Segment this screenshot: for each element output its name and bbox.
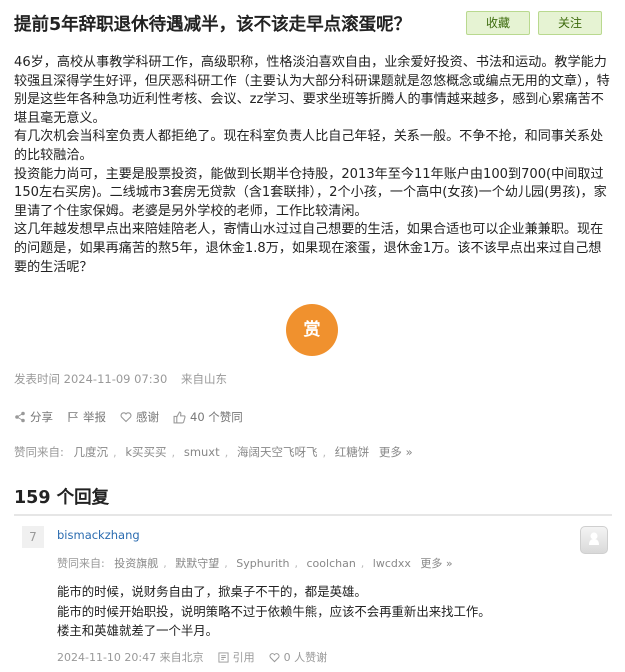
liker-separator: , (294, 557, 299, 570)
floor-number: 7 (22, 526, 44, 548)
reply-username[interactable]: bismackzhang (57, 528, 140, 542)
flag-icon (68, 412, 79, 422)
reward-button[interactable]: 赏 (286, 304, 338, 356)
reply-line: 能市的时候开始职投，说明策略不过于依赖牛熊，应该不会再重新出来找工作。 (57, 603, 491, 619)
liker-separator: , (360, 557, 365, 570)
post-actions: 分享 举报 感谢 40 个赞同 (14, 409, 257, 425)
reply-content: 能市的时候，说财务自由了，掀桌子不干的，都是英雄。 能市的时候开始职投，说明策略… (57, 582, 491, 641)
reply-liker-name[interactable]: lwcdxx (373, 557, 411, 570)
post-location: 来自山东 (180, 372, 227, 386)
avatar[interactable] (580, 526, 608, 554)
post-time: 发表时间 2024-11-09 07:30 (14, 372, 168, 386)
user-placeholder-icon (589, 532, 599, 545)
post-likers: 赞同来自: 几度沉, k买买买, smuxt, 海阔天空飞呀飞, 红糖饼 更多 … (14, 444, 413, 460)
reply-thank-button[interactable]: 0 人赞谢 (269, 649, 328, 665)
post-body: 46岁，高校从事教学科研工作，高级职称，性格淡泊喜欢自由，业余爱好投资、书法和运… (14, 54, 614, 277)
reply-liker-name[interactable]: Syphurith (236, 557, 289, 570)
share-icon (15, 411, 25, 423)
thumbs-up-icon (173, 411, 186, 423)
likers-more-link[interactable]: 更多 » (379, 445, 413, 459)
liker-separator: , (113, 445, 117, 459)
thank-label: 感谢 (136, 410, 159, 424)
reply-count-heading: 159 个回复 (14, 488, 110, 508)
liker-separator: , (224, 445, 229, 459)
liker-separator: , (224, 557, 228, 570)
like-button[interactable]: 40 个赞同 (173, 409, 243, 425)
reply-time: 2024-11-10 20:47 来自北京 (57, 651, 204, 664)
liker-separator: , (163, 557, 167, 570)
post-paragraph: 投资能力尚可，主要是股票投资，能做到长期半仓持股，2013年至今11年账户由10… (14, 166, 607, 219)
reply-line: 能市的时候，说财务自由了，掀桌子不干的，都是英雄。 (57, 584, 367, 599)
liker-name[interactable]: k买买买 (125, 445, 166, 459)
liker-separator: , (171, 445, 176, 459)
share-label: 分享 (30, 410, 53, 424)
post-header: 提前5年辞职退休待遇减半，该不该走早点滚蛋呢？ 收藏 关注 (14, 11, 614, 37)
heart-icon (269, 652, 280, 662)
reply-line: 楼主和英雄就差了一个半月。 (57, 623, 219, 638)
reply-likers-more-link[interactable]: 更多 » (420, 557, 452, 570)
post-meta: 发表时间 2024-11-09 07:30 来自山东 (14, 371, 227, 387)
reply-item: 7 bismackzhang 赞同来自: 投资旗舰, 默默守望, Syphuri… (14, 514, 612, 672)
reply-liker-name[interactable]: 投资旗舰 (114, 557, 158, 570)
post-title: 提前5年辞职退休待遇减半，该不该走早点滚蛋呢？ (14, 15, 412, 35)
reply-likers: 赞同来自: 投资旗舰, 默默守望, Syphurith, coolchan, l… (57, 555, 453, 571)
share-button[interactable]: 分享 (14, 409, 53, 425)
reply-liker-name[interactable]: coolchan (307, 557, 356, 570)
quote-button[interactable]: 引用 (218, 649, 255, 665)
liker-name[interactable]: 红糖饼 (335, 445, 370, 459)
report-button[interactable]: 举报 (67, 409, 106, 425)
liker-name[interactable]: 海阔天空飞呀飞 (237, 445, 318, 459)
report-label: 举报 (83, 410, 106, 424)
reply-likers-prefix: 赞同来自: (57, 557, 105, 570)
heart-icon (120, 412, 132, 423)
thank-button[interactable]: 感谢 (120, 409, 159, 425)
liker-separator: , (322, 445, 327, 459)
reply-liker-name[interactable]: 默默守望 (175, 557, 219, 570)
quote-icon (218, 651, 229, 663)
likers-prefix: 赞同来自: (14, 445, 64, 459)
reply-thanks-count: 0 人赞谢 (283, 651, 328, 664)
quote-label: 引用 (232, 651, 255, 664)
liker-name[interactable]: 几度沉 (74, 445, 109, 459)
post-paragraph: 46岁，高校从事教学科研工作，高级职称，性格淡泊喜欢自由，业余爱好投资、书法和运… (14, 55, 610, 126)
liker-name[interactable]: smuxt (184, 445, 220, 459)
follow-button[interactable]: 关注 (538, 11, 602, 35)
post-paragraph: 这几年越发想早点出来陪娃陪老人，寄情山水过过自己想要的生活，如果合适也可以企业兼… (14, 222, 604, 275)
favorite-button[interactable]: 收藏 (466, 11, 530, 35)
like-count: 40 个赞同 (190, 410, 243, 424)
post-paragraph: 有几次机会当科室负责人都拒绝了。现在科室负责人比自己年轻，关系一般。不争不抢，和… (14, 129, 604, 163)
reply-meta: 2024-11-10 20:47 来自北京 引用 0 人赞谢 (57, 649, 341, 665)
